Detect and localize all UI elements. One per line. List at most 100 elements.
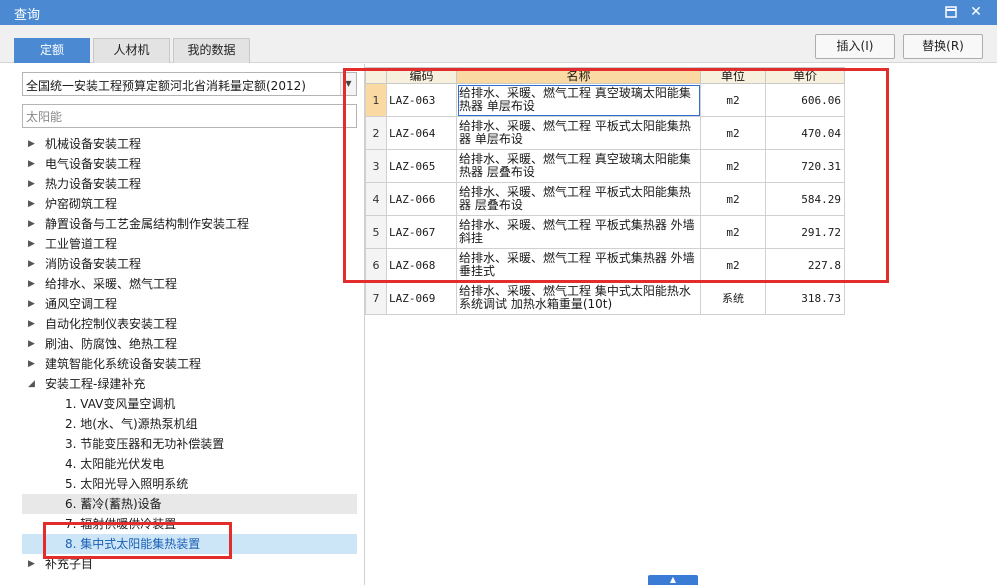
chevron-down-icon[interactable]: ▼ [340,73,356,95]
collapse-handle-icon[interactable]: ▲ [648,575,698,585]
tree-child-item-selected[interactable]: 8. 集中式太阳能集热装置 [22,534,357,554]
cell-price[interactable]: 584.29 [765,182,845,216]
tree-item[interactable]: ▶ 建筑智能化系统设备安装工程 [22,354,357,374]
results-panel: 编码 名称 单位 单价 1 LAZ-063 给排水、采暖、燃气工程 真空玻璃太阳… [365,64,997,585]
pin-icon[interactable] [943,4,959,20]
cell-name[interactable]: 给排水、采暖、燃气工程 平板式太阳能集热器 单层布设 [456,116,701,150]
tree-item[interactable]: ▶ 通风空调工程 [22,294,357,314]
cell-name[interactable]: 给排水、采暖、燃气工程 真空玻璃太阳能集热器 单层布设 [456,83,701,117]
cell-name[interactable]: 给排水、采暖、燃气工程 平板式集热器 外墙斜挂 [456,215,701,249]
tree-child-item[interactable]: 4. 太阳能光伏发电 [22,454,357,474]
cell-name[interactable]: 给排水、采暖、燃气工程 真空玻璃太阳能集热器 层叠布设 [456,149,701,183]
table-row[interactable]: 3 LAZ-065 给排水、采暖、燃气工程 真空玻璃太阳能集热器 层叠布设 m2… [365,149,845,183]
insert-button[interactable]: 插入(I) [815,34,895,59]
table-row[interactable]: 2 LAZ-064 给排水、采暖、燃气工程 平板式太阳能集热器 单层布设 m2 … [365,116,845,150]
cell-price[interactable]: 291.72 [765,215,845,249]
cell-price[interactable]: 720.31 [765,149,845,183]
category-tree: ▶ 机械设备安装工程 ▶ 电气设备安装工程 ▶ 热力设备安装工程 ▶ 炉窑砌筑工程 ▶ 静… [22,134,357,574]
row-number: 6 [365,248,387,282]
tree-item[interactable]: ▶ 电气设备安装工程 [22,154,357,174]
tree-child-item[interactable]: 2. 地(水、气)源热泵机组 [22,414,357,434]
cell-unit[interactable]: m2 [700,149,766,183]
table-row[interactable]: 4 LAZ-066 给排水、采暖、燃气工程 平板式太阳能集热器 层叠布设 m2 … [365,182,845,216]
tab-my-data[interactable]: 我的数据 [173,38,250,63]
expand-arrow-icon[interactable]: ▶ [28,274,38,294]
expand-arrow-icon[interactable]: ▶ [28,194,38,214]
tree-item[interactable]: ▶ 消防设备安装工程 [22,254,357,274]
expand-arrow-icon[interactable]: ▶ [28,134,38,154]
row-number: 4 [365,182,387,216]
cell-price[interactable]: 318.73 [765,281,845,315]
column-header-name[interactable]: 名称 [456,67,701,84]
tree-item[interactable]: ▶ 热力设备安装工程 [22,174,357,194]
cell-price[interactable]: 606.06 [765,83,845,117]
expand-arrow-icon[interactable]: ▶ [28,174,38,194]
column-header-price[interactable]: 单价 [765,67,845,84]
cell-unit[interactable]: m2 [700,248,766,282]
search-input[interactable] [23,105,356,127]
expand-arrow-icon[interactable]: ▶ [28,234,38,254]
replace-button[interactable]: 替换(R) [903,34,983,59]
tree-item[interactable]: ▶ 工业管道工程 [22,234,357,254]
table-row[interactable]: 6 LAZ-068 给排水、采暖、燃气工程 平板式集热器 外墙垂挂式 m2 22… [365,248,845,282]
cell-unit[interactable]: 系统 [700,281,766,315]
cell-name[interactable]: 给排水、采暖、燃气工程 平板式太阳能集热器 层叠布设 [456,182,701,216]
table-row[interactable]: 5 LAZ-067 给排水、采暖、燃气工程 平板式集热器 外墙斜挂 m2 291… [365,215,845,249]
tree-item[interactable]: ▶ 机械设备安装工程 [22,134,357,154]
collapse-arrow-icon[interactable]: ◢ [28,374,38,394]
expand-arrow-icon[interactable]: ▶ [28,314,38,334]
tree-item[interactable]: ▶ 给排水、采暖、燃气工程 [22,274,357,294]
cell-price[interactable]: 470.04 [765,116,845,150]
row-number: 1 [365,83,387,117]
cell-unit[interactable]: m2 [700,182,766,216]
cell-unit[interactable]: m2 [700,215,766,249]
search-box[interactable] [22,104,357,128]
expand-arrow-icon[interactable]: ▶ [28,254,38,274]
expand-arrow-icon[interactable]: ▶ [28,214,38,234]
table-row[interactable]: 7 LAZ-069 给排水、采暖、燃气工程 集中式太阳能热水系统调试 加热水箱重… [365,281,845,315]
cell-code[interactable]: LAZ-066 [386,182,457,216]
cell-name[interactable]: 给排水、采暖、燃气工程 平板式集热器 外墙垂挂式 [456,248,701,282]
tree-child-item[interactable]: 1. VAV变风量空调机 [22,394,357,414]
expand-arrow-icon[interactable]: ▶ [28,334,38,354]
library-select[interactable]: 全国统一安装工程预算定额河北省消耗量定额(2012) ▼ [22,72,357,96]
tree-item[interactable]: ▶ 刷油、防腐蚀、绝热工程 [22,334,357,354]
cell-code[interactable]: LAZ-064 [386,116,457,150]
tree-child-item[interactable]: 5. 太阳光导入照明系统 [22,474,357,494]
tab-labor-material-machine[interactable]: 人材机 [93,38,170,63]
cell-name[interactable]: 给排水、采暖、燃气工程 集中式太阳能热水系统调试 加热水箱重量(10t) [456,281,701,315]
row-number: 7 [365,281,387,315]
row-number: 5 [365,215,387,249]
cell-code[interactable]: LAZ-067 [386,215,457,249]
tree-item[interactable]: ▶ 自动化控制仪表安装工程 [22,314,357,334]
cell-unit[interactable]: m2 [700,83,766,117]
cell-code[interactable]: LAZ-069 [386,281,457,315]
top-tab-bar: 定额 人材机 我的数据 插入(I) 替换(R) [0,25,997,63]
cell-code[interactable]: LAZ-063 [386,83,457,117]
tree-child-item[interactable]: 7. 辐射供暖供冷装置 [22,514,357,534]
tree-item[interactable]: ▶ 炉窑砌筑工程 [22,194,357,214]
row-number: 3 [365,149,387,183]
column-header-code[interactable]: 编码 [386,67,457,84]
expand-arrow-icon[interactable]: ▶ [28,354,38,374]
tree-child-item-hover[interactable]: 6. 蓄冷(蓄热)设备 [22,494,357,514]
expand-arrow-icon[interactable]: ▶ [28,554,38,574]
cell-price[interactable]: 227.8 [765,248,845,282]
cell-code[interactable]: LAZ-065 [386,149,457,183]
expand-arrow-icon[interactable]: ▶ [28,154,38,174]
tree-item-expanded[interactable]: ◢ 安装工程-绿建补充 [22,374,357,394]
row-number: 2 [365,116,387,150]
cell-unit[interactable]: m2 [700,116,766,150]
close-icon[interactable]: ✕ [968,4,984,20]
tree-item[interactable]: ▶ 静置设备与工艺金属结构制作安装工程 [22,214,357,234]
results-table: 编码 名称 单位 单价 1 LAZ-063 给排水、采暖、燃气工程 真空玻璃太阳… [365,67,845,315]
left-panel: 全国统一安装工程预算定额河北省消耗量定额(2012) ▼ ▶机械设备安装工程 ▶… [14,64,364,585]
column-header-unit[interactable]: 单位 [700,67,766,84]
cell-code[interactable]: LAZ-068 [386,248,457,282]
tab-quota[interactable]: 定额 [14,38,90,63]
table-row[interactable]: 1 LAZ-063 给排水、采暖、燃气工程 真空玻璃太阳能集热器 单层布设 m2… [365,83,845,117]
library-select-value: 全国统一安装工程预算定额河北省消耗量定额(2012) [26,79,306,93]
tree-item[interactable]: ▶ 补充子目 [22,554,357,574]
tree-child-item[interactable]: 3. 节能变压器和无功补偿装置 [22,434,357,454]
expand-arrow-icon[interactable]: ▶ [28,294,38,314]
